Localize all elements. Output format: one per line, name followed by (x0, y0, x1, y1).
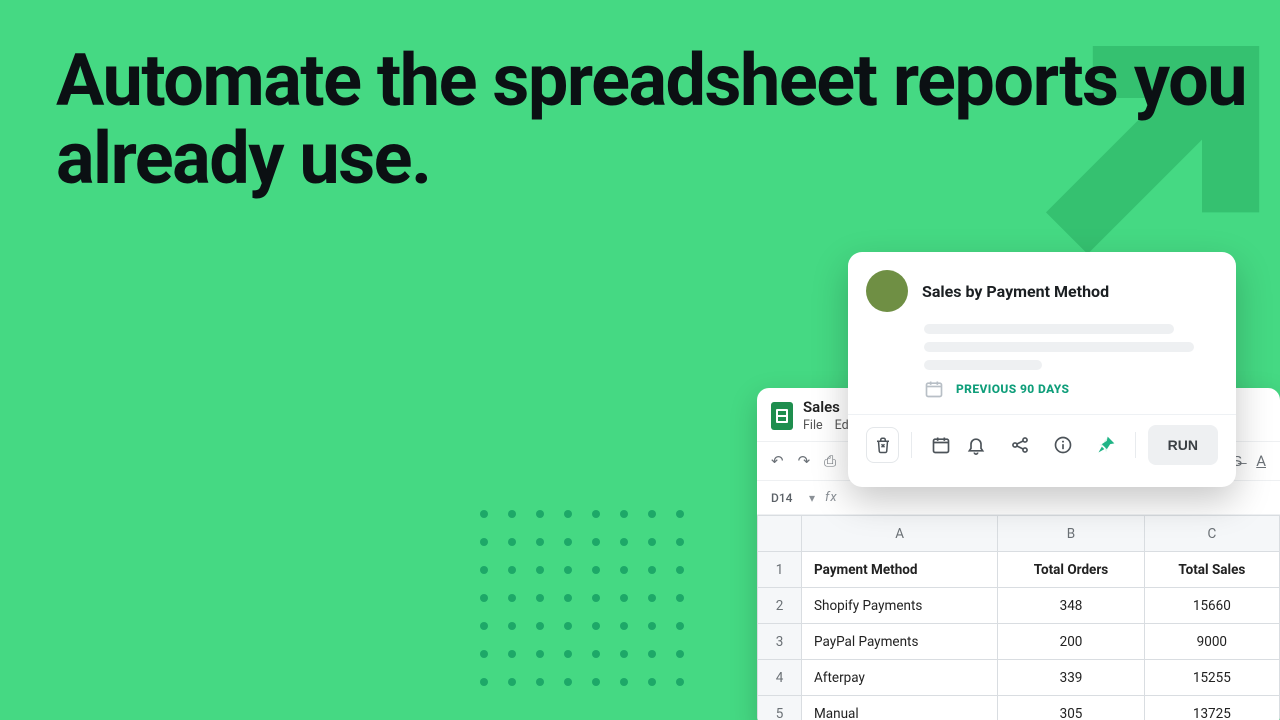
table-row[interactable]: 4 Afterpay 339 15255 (758, 660, 1280, 696)
dropdown-icon[interactable]: ▾ (809, 491, 815, 505)
spreadsheet-title[interactable]: Sales (803, 398, 849, 416)
table-row[interactable]: 1 Payment Method Total Orders Total Sale… (758, 552, 1280, 588)
page-headline: Automate the spreadsheet reports you alr… (56, 42, 1280, 198)
spreadsheet-grid[interactable]: A B C 1 Payment Method Total Orders Tota… (757, 515, 1280, 720)
col-header-b[interactable]: B (998, 516, 1144, 552)
table-row[interactable]: 3 PayPal Payments 200 9000 (758, 624, 1280, 660)
pin-icon[interactable] (1089, 427, 1122, 463)
spreadsheet-menu-bar: File Ed (803, 418, 849, 433)
text-format-icon[interactable]: A (1256, 452, 1266, 470)
share-icon[interactable] (1003, 427, 1036, 463)
active-cell-ref: D14 (771, 491, 799, 505)
info-icon[interactable] (1046, 427, 1079, 463)
dot-grid-decoration (470, 500, 694, 696)
delete-icon[interactable] (866, 427, 899, 463)
report-card: Sales by Payment Method PREVIOUS 90 DAYS (848, 252, 1236, 487)
menu-edit[interactable]: Ed (835, 418, 849, 433)
col-header-c[interactable]: C (1144, 516, 1279, 552)
promo-canvas: Automate the spreadsheet reports you alr… (0, 0, 1280, 720)
print-icon[interactable]: ⎙ (824, 452, 836, 470)
date-range-chip[interactable]: PREVIOUS 90 DAYS (954, 378, 1071, 400)
schedule-icon[interactable] (924, 427, 957, 463)
report-description-placeholder (924, 324, 1218, 370)
report-actions: RUN (866, 425, 1218, 465)
bell-icon[interactable] (960, 427, 993, 463)
menu-file[interactable]: File (803, 418, 823, 433)
report-title: Sales by Payment Method (922, 282, 1109, 301)
calendar-icon (924, 379, 944, 399)
undo-icon[interactable]: ↶ (771, 452, 784, 470)
sheets-app-icon (771, 402, 793, 430)
col-header-a[interactable]: A (802, 516, 998, 552)
run-button[interactable]: RUN (1148, 425, 1218, 465)
report-avatar (866, 270, 908, 312)
table-row[interactable]: 5 Manual 305 13725 (758, 696, 1280, 720)
table-row[interactable]: 2 Shopify Payments 348 15660 (758, 588, 1280, 624)
select-all-cell[interactable] (758, 516, 802, 552)
redo-icon[interactable]: ↷ (798, 452, 811, 470)
fx-icon: fx (825, 490, 838, 505)
